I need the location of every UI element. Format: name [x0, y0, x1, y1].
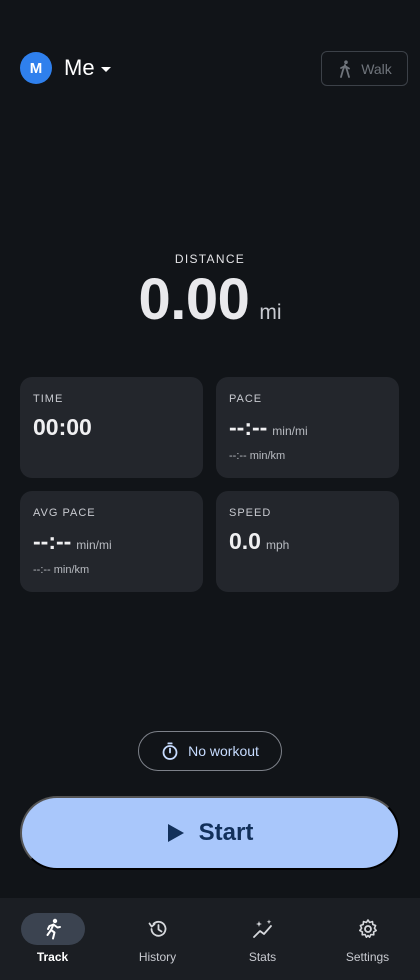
speed-label: SPEED [229, 507, 272, 519]
avg-pace-label: AVG PACE [33, 507, 96, 519]
nav-item-history[interactable]: History [105, 898, 210, 980]
nav-label-stats: Stats [248, 950, 277, 964]
avg-pace-value: --:-- [33, 528, 72, 554]
pace-unit: min/mi [272, 424, 308, 438]
time-label: TIME [33, 393, 64, 405]
bottom-navigation: Track History Stats Settings [0, 898, 420, 980]
walking-person-icon [340, 59, 351, 78]
sparkle-chart-icon [252, 919, 272, 938]
avg-pace-metric: --:-- min/km [33, 564, 90, 576]
distance-readout: 0.00 mi [0, 266, 420, 333]
pace-value: --:-- [229, 414, 268, 440]
nav-label-history: History [138, 950, 177, 964]
pace-metric: --:-- min/km [229, 450, 286, 462]
history-icon [148, 920, 166, 937]
distance-value: 0.00 [138, 267, 250, 332]
walk-mode-button[interactable]: Walk [321, 51, 408, 86]
distance-unit: mi [259, 301, 282, 324]
time-value: 00:00 [33, 414, 92, 440]
start-label: Start [198, 819, 254, 846]
nav-label-track: Track [36, 950, 69, 964]
profile-selector[interactable]: M Me [20, 52, 111, 84]
time-card: TIME 00:00 [20, 377, 203, 478]
nav-item-settings[interactable]: Settings [315, 898, 420, 980]
speed-value: 0.0 [229, 528, 261, 554]
avg-pace-card: AVG PACE --:-- min/mi --:-- min/km [20, 491, 203, 592]
timer-icon [162, 742, 178, 760]
nav-active-indicator [20, 913, 85, 945]
speed-unit: mph [265, 538, 290, 552]
profile-name: Me [64, 55, 95, 80]
caret-down-icon [100, 66, 111, 72]
workout-selector-button[interactable]: No workout [138, 731, 282, 771]
nav-item-stats[interactable]: Stats [210, 898, 315, 980]
nav-label-settings: Settings [345, 950, 390, 964]
start-button[interactable]: Start [20, 796, 400, 870]
track-screen: M Me Walk DISTANCE 0.00 mi TIME 00:00 PA… [0, 0, 420, 980]
gear-icon [358, 919, 377, 938]
speed-card: SPEED 0.0 mph [216, 491, 399, 592]
running-person-icon [46, 918, 61, 940]
pace-label: PACE [229, 393, 263, 405]
play-icon [167, 824, 184, 842]
distance-label: DISTANCE [174, 252, 246, 266]
avatar: M [20, 52, 52, 84]
pace-card: PACE --:-- min/mi --:-- min/km [216, 377, 399, 478]
avg-pace-unit: min/mi [76, 538, 112, 552]
walk-label: Walk [361, 60, 392, 77]
workout-label: No workout [188, 743, 259, 759]
nav-item-track[interactable]: Track [0, 898, 105, 980]
